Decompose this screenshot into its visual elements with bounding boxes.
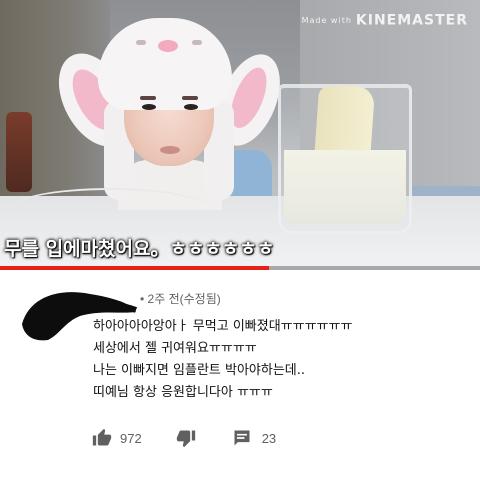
reply-count: 23: [261, 430, 277, 446]
eye-right: [184, 104, 198, 110]
thumbs-down-icon: [176, 430, 195, 448]
like-count: 972: [120, 430, 142, 446]
mouth: [160, 146, 180, 154]
brow-left: [140, 96, 156, 100]
comment-line: 하아아아아앙아ㅏ 무먹고 이빠졌대ㅠㅠㅠㅠㅠㅠ: [93, 319, 353, 334]
dislike-button[interactable]: [176, 428, 196, 448]
video-caption: 무를 입에마쳤어요。ㅎㅎㅎㅎㅎㅎ: [4, 238, 275, 260]
earphone-cable: [10, 188, 210, 230]
brow-right: [182, 96, 198, 100]
comment-text: 하아아아아앙아ㅏ 무먹고 이빠졌대ㅠㅠㅠㅠㅠㅠ 세상에서 젤 귀여워요ㅠㅠㅠㅠ …: [93, 316, 473, 404]
glass-liquid: [284, 150, 406, 224]
kinemaster-watermark: Made with KINEMASTER: [302, 10, 468, 29]
like-button[interactable]: 972: [92, 428, 176, 448]
hat-eye-left: [136, 40, 146, 45]
video-frame[interactable]: Made with KINEMASTER 무를 입에마쳤어요。ㅎㅎㅎㅎㅎㅎ: [0, 0, 480, 270]
hat-nose: [158, 40, 178, 52]
comment-actions: 972 23: [92, 426, 276, 450]
comment-timestamp: • 2주 전(수정됨): [140, 292, 221, 306]
comment-icon: [234, 430, 250, 446]
watermark-prefix: Made with: [301, 16, 352, 25]
hat-eye-right: [192, 40, 202, 45]
background-doll: [6, 112, 32, 192]
watermark-brand: KINEMASTER: [355, 12, 468, 29]
comment-line: 세상에서 젤 귀여워요ㅠㅠㅠㅠ: [93, 341, 257, 356]
comment-line: 나는 이빠지면 임플란트 박아야하는데..: [93, 363, 306, 378]
bunny-hat: [98, 18, 232, 110]
comment-line: 띠예님 항상 응원합니다아 ㅠㅠㅠ: [93, 385, 273, 400]
reply-button[interactable]: 23: [232, 428, 276, 448]
comment: • 2주 전(수정됨) 하아아아아앙아ㅏ 무먹고 이빠졌대ㅠㅠㅠㅠㅠㅠ 세상에서…: [0, 270, 480, 480]
eye-left: [142, 104, 156, 110]
thumbs-up-icon: [92, 428, 112, 446]
